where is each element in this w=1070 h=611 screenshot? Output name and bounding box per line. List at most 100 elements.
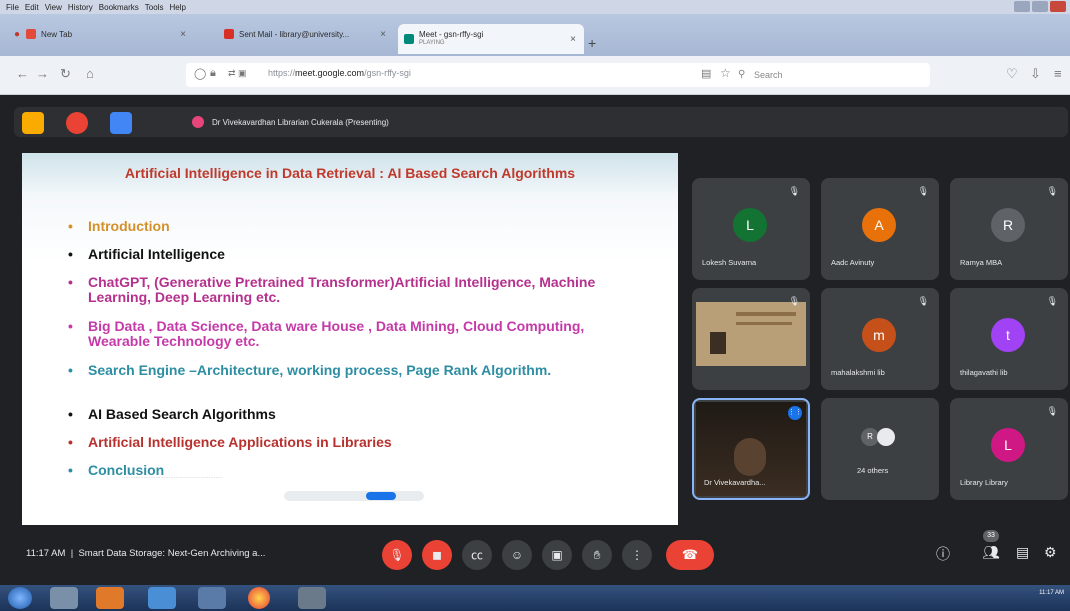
meet-icon bbox=[404, 34, 414, 44]
presented-slide: Artificial Intelligence in Data Retrieva… bbox=[22, 153, 678, 525]
reader-view-icon[interactable]: ▤ bbox=[701, 67, 711, 80]
start-button-icon[interactable] bbox=[8, 587, 32, 609]
system-clock: 11:17 AM bbox=[1039, 589, 1064, 597]
camera-toggle-button[interactable]: ◼ bbox=[422, 540, 452, 570]
search-input[interactable]: ⚲ Search bbox=[730, 63, 930, 87]
activities-icon[interactable]: ⚙︎ bbox=[1044, 544, 1057, 561]
participant-tile[interactable]: 🎙︎ bbox=[692, 288, 810, 390]
others-tile[interactable]: R 24 others bbox=[821, 398, 939, 500]
speaker-silhouette bbox=[734, 438, 766, 476]
forward-icon[interactable]: → bbox=[36, 66, 49, 81]
bullet-dot-icon: • bbox=[68, 246, 73, 262]
muted-mic-icon: 🎙︎ bbox=[917, 296, 929, 306]
bullet-dot-icon: • bbox=[68, 318, 73, 334]
bullet-dot-icon: • bbox=[68, 218, 73, 234]
people-icon[interactable]: 👥︎ bbox=[982, 544, 1000, 561]
meet-control-bar: 11:17 AM | Smart Data Storage: Next-Gen … bbox=[0, 526, 1070, 584]
explorer-taskbar-icon[interactable] bbox=[50, 587, 78, 609]
raise-hand-button[interactable]: ✋︎ bbox=[582, 540, 612, 570]
chrome-taskbar-icon[interactable] bbox=[248, 587, 270, 609]
muted-mic-icon: 🎙︎ bbox=[1046, 406, 1058, 416]
pocket-icon[interactable]: ♡ bbox=[1006, 66, 1018, 82]
downloads-icon[interactable]: ⇩ bbox=[1030, 66, 1041, 82]
firefox-icon: ● bbox=[14, 28, 21, 40]
menu-bar: File Edit View History Bookmarks Tools H… bbox=[0, 0, 1070, 14]
slide-bullet: • Introduction bbox=[68, 218, 648, 234]
maximize-button[interactable] bbox=[1032, 1, 1048, 12]
end-call-button[interactable]: ☎︎ bbox=[666, 540, 714, 570]
bullet-dot-icon: • bbox=[68, 462, 73, 478]
presenting-indicator-icon bbox=[192, 116, 204, 128]
close-tab-icon[interactable]: × bbox=[380, 29, 386, 40]
bullet-text: Artificial Intelligence bbox=[88, 246, 225, 262]
menu-edit[interactable]: Edit bbox=[25, 3, 39, 12]
menu-bookmarks[interactable]: Bookmarks bbox=[99, 3, 139, 12]
meeting-time: 11:17 AM bbox=[26, 548, 66, 559]
mic-toggle-button[interactable]: 🎙︎ bbox=[382, 540, 412, 570]
slide-control-button[interactable] bbox=[366, 492, 396, 500]
url-text: https://meet.google.com/gsn-rffy-sgi bbox=[268, 68, 411, 78]
menu-history[interactable]: History bbox=[68, 3, 93, 12]
chat-icon[interactable]: ▤ bbox=[1016, 544, 1029, 561]
menu-file[interactable]: File bbox=[6, 3, 19, 12]
tab-playing-label: PLAYING bbox=[419, 40, 445, 46]
close-tab-icon[interactable]: × bbox=[180, 29, 186, 40]
more-options-button[interactable]: ⋮ bbox=[622, 540, 652, 570]
participant-tile[interactable]: 🎙︎ L Lokesh Suvarna bbox=[692, 178, 810, 280]
media-taskbar-icon[interactable] bbox=[198, 587, 226, 609]
tab-label: New Tab bbox=[41, 29, 73, 39]
participant-name: Dr Vivekavardha... bbox=[704, 478, 766, 487]
share-icon[interactable] bbox=[110, 112, 132, 134]
captions-button[interactable]: ㏄ bbox=[462, 540, 492, 570]
meeting-room-icon[interactable] bbox=[22, 112, 44, 134]
participant-background-image bbox=[696, 302, 806, 366]
app-taskbar-icon[interactable] bbox=[148, 587, 176, 609]
participant-tile[interactable]: 🎙︎ L Library Library bbox=[950, 398, 1068, 500]
avatar: A bbox=[862, 208, 896, 242]
back-icon[interactable]: ← bbox=[16, 66, 29, 81]
participant-name: Library Library bbox=[960, 478, 1008, 487]
slide-controls[interactable] bbox=[284, 491, 424, 501]
participant-tile-active-speaker[interactable]: ⋮⋮ Dr Vivekavardha... bbox=[692, 398, 810, 500]
clock-time: 11:17 AM bbox=[1039, 590, 1064, 596]
minimize-button[interactable] bbox=[1014, 1, 1030, 12]
close-tab-icon[interactable]: × bbox=[570, 34, 576, 45]
menu-icon[interactable]: ≡ bbox=[1054, 66, 1062, 81]
app-taskbar-icon[interactable] bbox=[298, 587, 326, 609]
bullet-text: Introduction bbox=[88, 218, 170, 234]
bullet-dot-icon: • bbox=[68, 274, 73, 290]
presenter-bar: Dr Vivekavardhan Librarian Cukerala (Pre… bbox=[14, 107, 1068, 137]
close-window-button[interactable] bbox=[1050, 1, 1066, 12]
reactions-button[interactable]: ☺ bbox=[502, 540, 532, 570]
meeting-details-icon[interactable]: ⓘ bbox=[936, 544, 950, 564]
shield-icon: ◯ bbox=[194, 68, 207, 80]
tab-label: Sent Mail - library@university... bbox=[239, 29, 350, 39]
firefox-taskbar-icon[interactable] bbox=[96, 587, 124, 609]
speaking-indicator-icon: ⋮⋮ bbox=[788, 406, 802, 420]
menu-help[interactable]: Help bbox=[169, 3, 185, 12]
tab-bar: ● New Tab × Sent Mail - library@universi… bbox=[0, 14, 1070, 56]
slide-bullet: • Search Engine –Architecture, working pr… bbox=[68, 363, 648, 378]
muted-mic-icon: 🎙︎ bbox=[788, 296, 800, 306]
slide-title: Artificial Intelligence in Data Retrieva… bbox=[124, 165, 576, 181]
presenter-label: Dr Vivekavardhan Librarian Cukerala (Pre… bbox=[212, 118, 389, 127]
participant-tile[interactable]: 🎙︎ A Aadc Avinuty bbox=[821, 178, 939, 280]
home-icon[interactable]: ⌂ bbox=[86, 66, 94, 81]
tab-new-tab[interactable]: ● New Tab × bbox=[8, 20, 194, 48]
participant-tile[interactable]: 🎙︎ R Ramya MBA bbox=[950, 178, 1068, 280]
tab-sent-mail[interactable]: Sent Mail - library@university... × bbox=[218, 20, 394, 48]
participant-tile[interactable]: 🎙︎ m mahalakshmi lib bbox=[821, 288, 939, 390]
menu-tools[interactable]: Tools bbox=[145, 3, 164, 12]
new-tab-button[interactable]: + bbox=[588, 35, 596, 51]
permissions-icon[interactable]: ⇄ ▣ bbox=[228, 68, 247, 79]
present-button[interactable]: ▣ bbox=[542, 540, 572, 570]
search-placeholder: Search bbox=[754, 70, 783, 80]
os-taskbar: 11:17 AM bbox=[0, 585, 1070, 611]
record-icon[interactable] bbox=[66, 112, 88, 134]
menu-view[interactable]: View bbox=[45, 3, 62, 12]
participant-tile[interactable]: 🎙︎ t thilagavathi lib bbox=[950, 288, 1068, 390]
participant-name: Ramya MBA bbox=[960, 258, 1003, 267]
reload-icon[interactable]: ↻ bbox=[60, 66, 71, 82]
participant-name: Lokesh Suvarna bbox=[702, 258, 757, 267]
tab-meet[interactable]: Meet - gsn-rffy-sgi PLAYING × bbox=[398, 24, 584, 54]
